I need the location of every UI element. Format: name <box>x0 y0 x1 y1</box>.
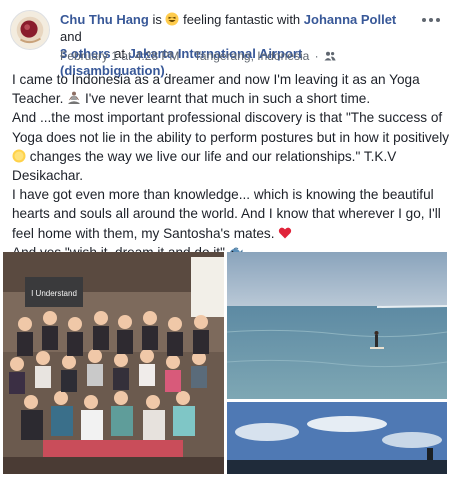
photo-grid: I Understand <box>0 252 450 478</box>
sun-emoji-icon <box>12 149 26 163</box>
post-text-line: And ...the most important professional d… <box>12 110 443 126</box>
meditation-emoji-icon <box>68 91 80 105</box>
tagged-person-link[interactable]: Johanna Pollet <box>304 12 396 27</box>
friends-audience-icon[interactable] <box>324 51 336 61</box>
more-horizontal-icon <box>436 18 440 22</box>
post-text-line: Teacher. I've never learnt that much in … <box>12 89 440 108</box>
post-text-fragment: I've never learnt that much in such a sh… <box>84 91 371 107</box>
post-text-fragment: Teacher. <box>12 91 64 107</box>
meta-separator: · <box>184 49 189 63</box>
post-text-line: feel home with them, my Santosha's mates… <box>12 224 440 243</box>
more-horizontal-icon <box>429 18 433 22</box>
more-horizontal-icon <box>422 18 426 22</box>
post-text-line: Yoga does not lie in the ability to perf… <box>12 129 450 145</box>
is-text: is <box>152 12 162 27</box>
post-text-line: changes the way we live our life and our… <box>12 147 440 166</box>
feeling-text: feeling fantastic with <box>183 12 301 27</box>
meta-separator: · <box>314 49 319 63</box>
post-text-fragment: feel home with them, my Santosha's mates… <box>12 225 275 241</box>
place-link[interactable]: Tangerang, Indonesia <box>194 49 309 63</box>
beach-sky-photo[interactable] <box>227 402 447 474</box>
grinning-face-icon <box>165 12 179 26</box>
paddleboard-sea-photo[interactable] <box>227 252 447 399</box>
post-text-line: Desikachar. <box>12 168 84 184</box>
post-header-text: Chu Thu Hang is feeling fantastic with J… <box>60 11 412 79</box>
post-header: Chu Thu Hang is feeling fantastic with J… <box>10 10 442 78</box>
heart-emoji-icon <box>279 227 292 239</box>
post-text-line: I came to Indonesia as a dreamer and now… <box>12 72 420 87</box>
timestamp-link[interactable]: February 1 at 4:28 PM <box>60 49 179 63</box>
post-text-line: I have got even more than knowledge... w… <box>12 187 434 203</box>
post-text-fragment: changes the way we live our life and our… <box>29 148 397 164</box>
author-name[interactable]: Chu Thu Hang <box>60 12 149 27</box>
and-text: and <box>60 29 82 44</box>
post-body: I came to Indonesia as a dreamer and now… <box>12 70 450 262</box>
avatar[interactable] <box>10 10 50 50</box>
post-text-line: hearts and souls all around the world. A… <box>12 206 441 222</box>
photo-sign-text: I Understand <box>31 289 77 298</box>
yoga-group-photo[interactable]: I Understand <box>3 252 224 474</box>
post-meta: February 1 at 4:28 PM · Tangerang, Indon… <box>60 49 336 63</box>
more-options-button[interactable] <box>420 12 442 28</box>
